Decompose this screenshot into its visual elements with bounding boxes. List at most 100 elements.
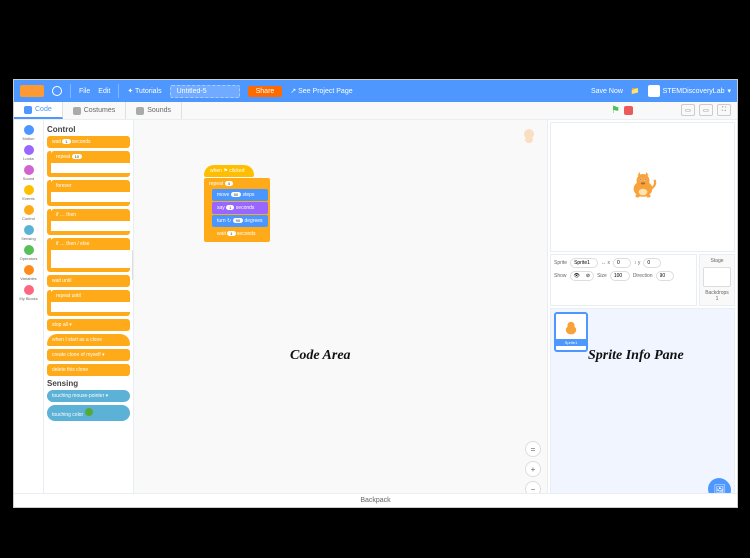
mystuff-icon[interactable]: 📁 bbox=[631, 87, 640, 95]
tab-label: Costumes bbox=[84, 107, 116, 114]
direction-input[interactable] bbox=[656, 271, 674, 281]
category-events[interactable]: Events bbox=[17, 184, 41, 202]
small-stage-button[interactable]: ▭ bbox=[681, 104, 695, 116]
sounds-icon bbox=[136, 107, 144, 115]
if-block[interactable]: if … then bbox=[47, 209, 130, 235]
backdrops-count: 1 bbox=[716, 296, 719, 302]
costumes-icon bbox=[73, 107, 81, 115]
sprite-info-pane: Sprite ↔ x ↕ y Show 👁 ⊘ Size bbox=[550, 254, 697, 306]
divider bbox=[118, 84, 119, 98]
app-window: File Edit ✦ Tutorials Share ↗ See Projec… bbox=[13, 79, 738, 508]
create-clone-block[interactable]: create clone of myself ▾ bbox=[47, 349, 130, 361]
sprite-label: Sprite bbox=[554, 260, 567, 266]
main-content: Motion Looks Sound Events Control Sensin… bbox=[14, 120, 737, 507]
stage-panel: Sprite ↔ x ↕ y Show 👁 ⊘ Size bbox=[547, 120, 737, 507]
category-control[interactable]: Control bbox=[17, 204, 41, 222]
delete-clone-block[interactable]: delete this clone bbox=[47, 364, 130, 376]
show-visible-button[interactable]: 👁 bbox=[571, 272, 583, 280]
divider bbox=[70, 84, 71, 98]
say-block-instance[interactable]: say 1 seconds bbox=[212, 202, 268, 214]
zoom-controls: = + − bbox=[525, 441, 541, 497]
avatar bbox=[648, 85, 660, 97]
edit-menu[interactable]: Edit bbox=[98, 88, 110, 95]
tab-sounds[interactable]: Sounds bbox=[126, 102, 182, 119]
scratch-logo[interactable] bbox=[20, 85, 44, 97]
code-icon bbox=[24, 106, 32, 114]
stop-button[interactable] bbox=[624, 106, 633, 115]
repeat-block[interactable]: repeat 10 bbox=[47, 151, 130, 177]
save-now-link[interactable]: Save Now bbox=[591, 88, 623, 95]
repeat-until-block[interactable]: repeat until bbox=[47, 290, 130, 316]
visibility-toggle[interactable]: 👁 ⊘ bbox=[570, 271, 595, 281]
menu-bar: File Edit ✦ Tutorials Share ↗ See Projec… bbox=[14, 80, 737, 102]
account-menu[interactable]: STEMDiscoveryLab ▾ bbox=[648, 85, 731, 97]
tab-code[interactable]: Code bbox=[14, 102, 63, 119]
project-title-input[interactable] bbox=[170, 85, 240, 98]
stage-canvas[interactable] bbox=[550, 122, 735, 252]
size-input[interactable] bbox=[610, 271, 630, 281]
block-palette[interactable]: Control wait 1 seconds repeat 10 forever… bbox=[44, 120, 133, 507]
tab-label: Code bbox=[35, 106, 52, 113]
sprite-on-stage[interactable] bbox=[625, 169, 661, 205]
category-variables[interactable]: Variables bbox=[17, 264, 41, 282]
show-label: Show bbox=[554, 273, 567, 279]
category-myblocks[interactable]: My Blocks bbox=[17, 284, 41, 302]
stage-thumbnail[interactable] bbox=[703, 267, 731, 287]
large-stage-button[interactable]: ▭ bbox=[699, 104, 713, 116]
show-hidden-button[interactable]: ⊘ bbox=[583, 272, 593, 280]
palette-header-control: Control bbox=[47, 125, 130, 134]
category-motion[interactable]: Motion bbox=[17, 124, 41, 142]
x-input[interactable] bbox=[613, 258, 631, 268]
turn-block-instance[interactable]: turn ↻ 90 degrees bbox=[212, 215, 268, 227]
file-menu[interactable]: File bbox=[79, 88, 90, 95]
category-looks[interactable]: Looks bbox=[17, 144, 41, 162]
move-block-instance[interactable]: move 50 steps bbox=[212, 189, 268, 201]
sprite-name-input[interactable] bbox=[570, 258, 598, 268]
code-area[interactable]: when ⚑ clicked repeat 4 move 50 steps sa… bbox=[134, 120, 547, 507]
category-operators[interactable]: Operators bbox=[17, 244, 41, 262]
direction-label: Direction bbox=[633, 273, 653, 279]
category-list: Motion Looks Sound Events Control Sensin… bbox=[14, 120, 44, 507]
sprite-list: Sprite1 🐱 bbox=[550, 308, 735, 505]
tutorials-button[interactable]: ✦ Tutorials bbox=[127, 87, 161, 95]
wait-block-instance[interactable]: wait 1 seconds bbox=[212, 228, 268, 240]
y-label: ↕ y bbox=[634, 260, 640, 266]
stage-selector: Stage Backdrops 1 bbox=[699, 254, 735, 306]
globe-icon[interactable] bbox=[52, 86, 62, 96]
when-flag-clicked-block[interactable]: when ⚑ clicked bbox=[204, 165, 254, 177]
tab-row: Code Costumes Sounds ⚑ ▭ ▭ ⛶ bbox=[14, 102, 737, 120]
sprite-tile-name: Sprite1 bbox=[556, 339, 586, 346]
backpack-toggle[interactable]: Backpack bbox=[14, 493, 737, 507]
forever-block[interactable]: forever bbox=[47, 180, 130, 206]
palette-header-sensing: Sensing bbox=[47, 379, 130, 388]
category-sound[interactable]: Sound bbox=[17, 164, 41, 182]
share-button[interactable]: Share bbox=[248, 86, 283, 97]
y-input[interactable] bbox=[643, 258, 661, 268]
size-label: Size bbox=[597, 273, 607, 279]
touching-block[interactable]: touching mouse-pointer ▾ bbox=[47, 390, 130, 402]
sprite-watermark-icon bbox=[519, 126, 539, 146]
category-sensing[interactable]: Sensing bbox=[17, 224, 41, 242]
tab-costumes[interactable]: Costumes bbox=[63, 102, 127, 119]
if-else-block[interactable]: if … then / else bbox=[47, 238, 130, 272]
script-stack[interactable]: when ⚑ clicked repeat 4 move 50 steps sa… bbox=[204, 165, 270, 242]
zoom-in-button[interactable]: + bbox=[525, 461, 541, 477]
when-clone-block[interactable]: when I start as a clone bbox=[47, 334, 130, 346]
stop-block[interactable]: stop all ▾ bbox=[47, 319, 130, 331]
wait-block[interactable]: wait 1 seconds bbox=[47, 136, 130, 148]
username-label: STEMDiscoveryLab bbox=[663, 88, 725, 95]
scrollbar[interactable] bbox=[132, 250, 133, 280]
see-project-page-link[interactable]: ↗ See Project Page bbox=[290, 87, 352, 95]
sprite-tile[interactable]: Sprite1 bbox=[554, 312, 588, 352]
sprite-thumbnail bbox=[561, 319, 581, 339]
wait-until-block[interactable]: wait until bbox=[47, 275, 130, 287]
fullscreen-button[interactable]: ⛶ bbox=[717, 104, 731, 116]
chevron-down-icon: ▾ bbox=[727, 87, 731, 95]
repeat-block-instance[interactable]: repeat 4 move 50 steps say 1 seconds tur… bbox=[204, 178, 270, 242]
x-label: ↔ x bbox=[601, 260, 610, 266]
blocks-panel: Motion Looks Sound Events Control Sensin… bbox=[14, 120, 134, 507]
zoom-reset-button[interactable]: = bbox=[525, 441, 541, 457]
stage-label: Stage bbox=[710, 258, 723, 264]
touching-color-block[interactable]: touching color bbox=[47, 405, 130, 421]
green-flag-button[interactable]: ⚑ bbox=[611, 105, 620, 116]
